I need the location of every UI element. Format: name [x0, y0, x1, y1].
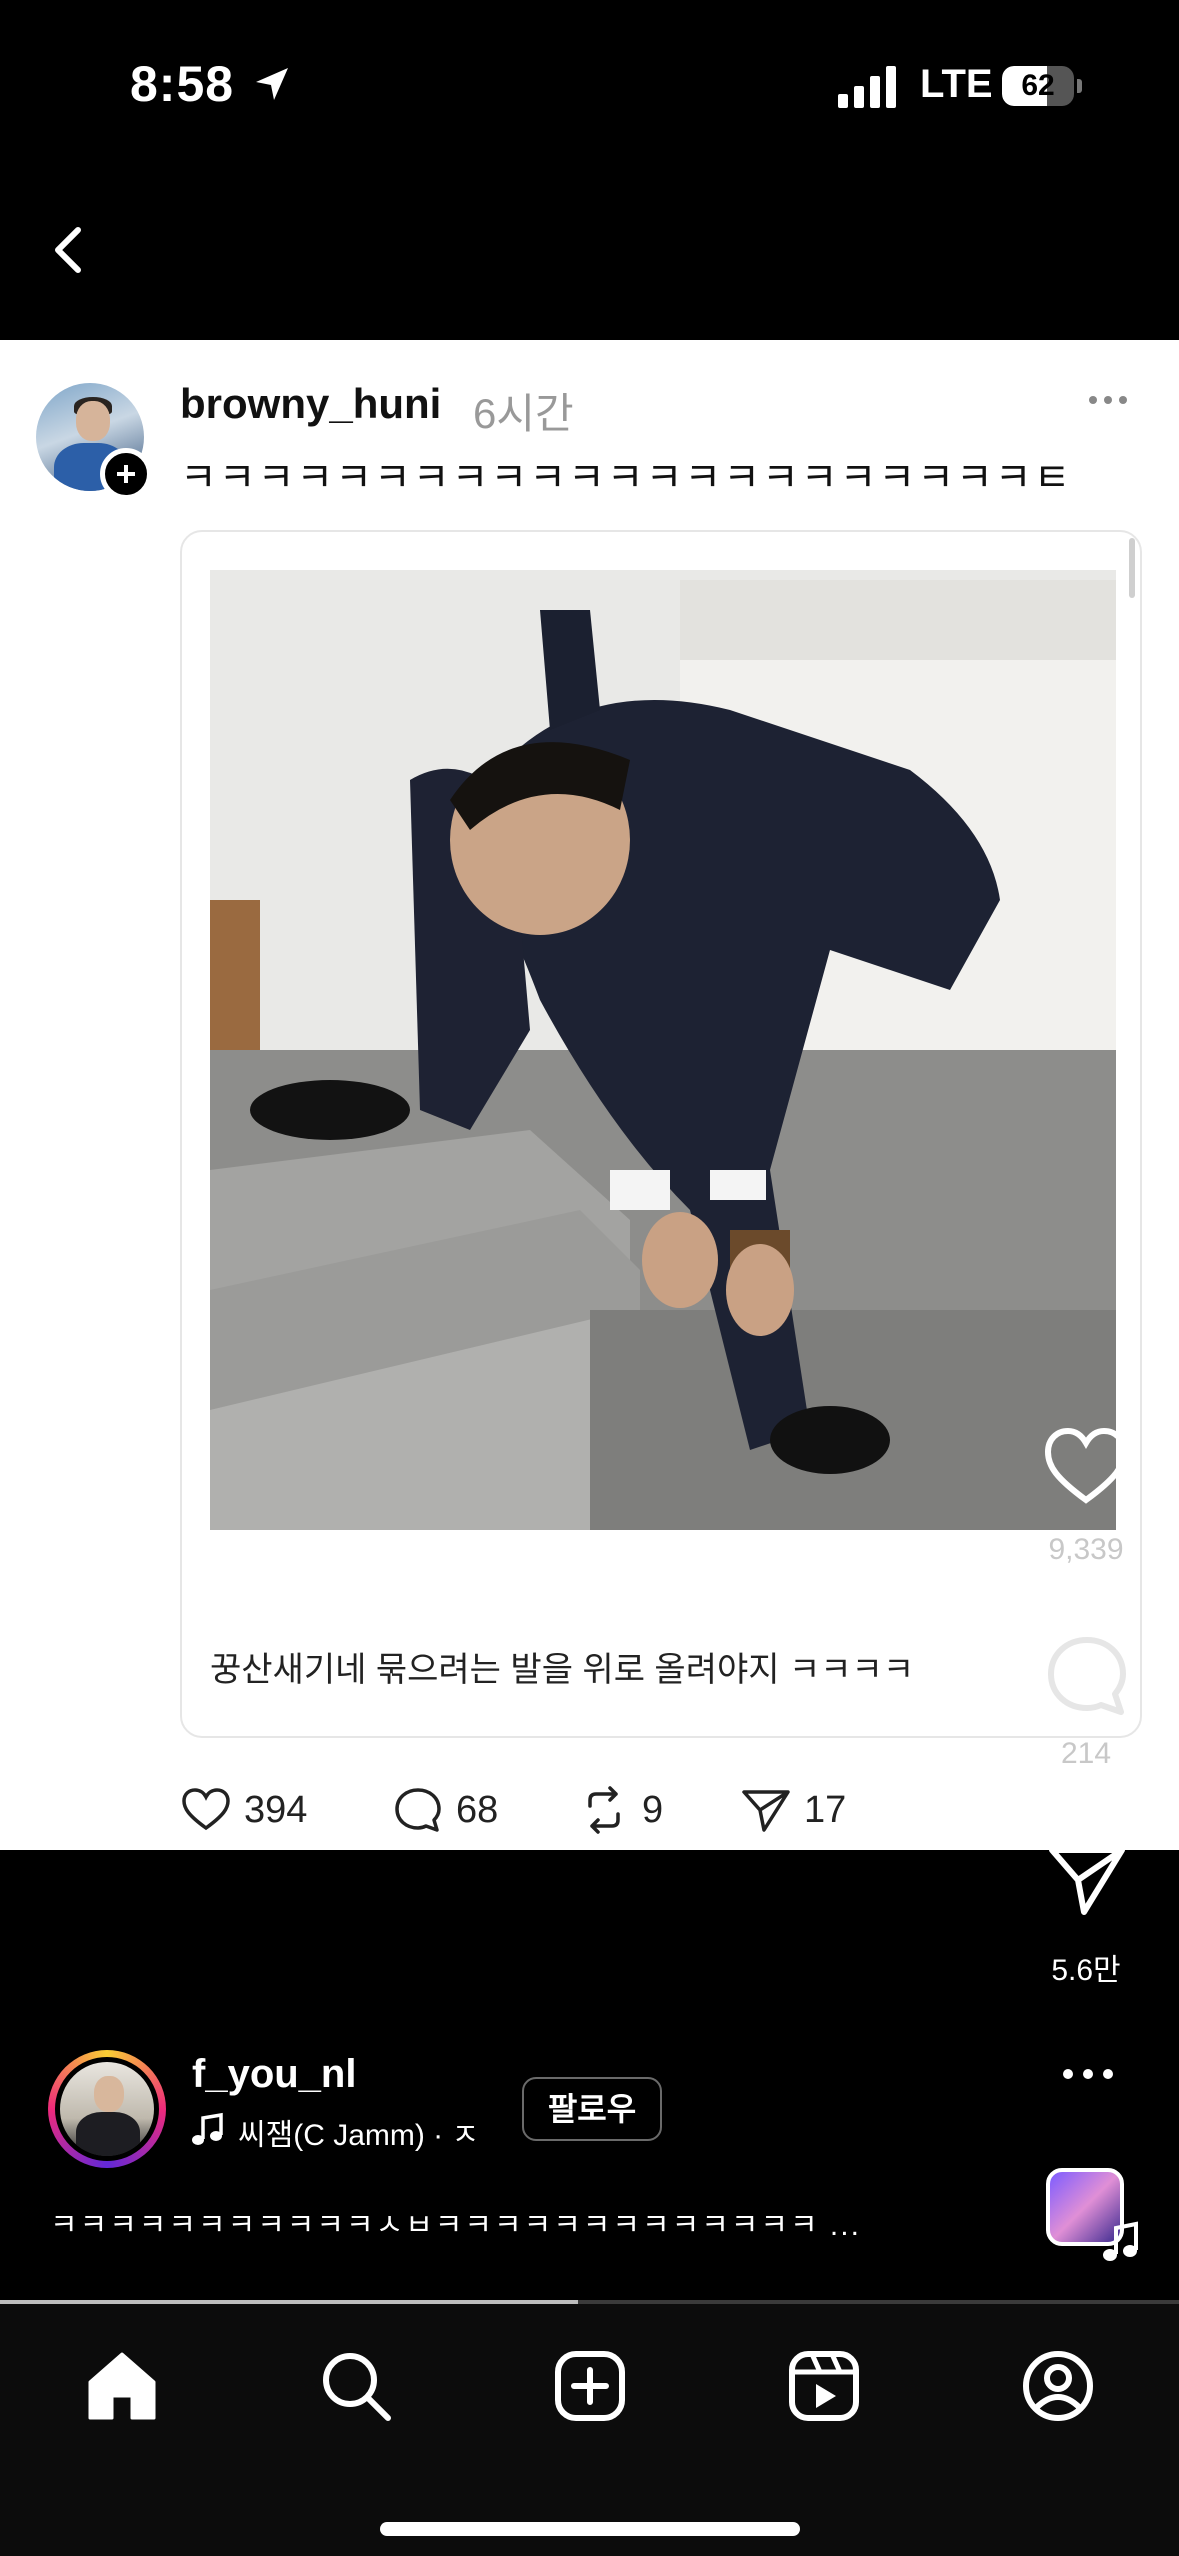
post-card[interactable]: browny_huni 6시간 ㅋㅋㅋㅋㅋㅋㅋㅋㅋㅋㅋㅋㅋㅋㅋㅋㅋㅋㅋㅋㅋㅋㅌ [0, 340, 1179, 1850]
status-time: 8:58 [130, 56, 235, 112]
quoted-post[interactable]: 꿍산새기네 묶으려는 발을 위로 올려야지 ㅋㅋㅋㅋ [180, 530, 1142, 1738]
signal-icon [838, 66, 896, 108]
like-button[interactable]: 394 [178, 1780, 307, 1840]
post-time: 6시간 [473, 390, 574, 437]
reel-comment-button[interactable] [1043, 1632, 1131, 1720]
repost-button[interactable]: 9 [576, 1780, 663, 1840]
network-type: LTE [920, 62, 993, 106]
quoted-caption: 꿍산새기네 묶으려는 발을 위로 올려야지 ㅋㅋㅋㅋ [210, 1651, 915, 1689]
post-text: ㅋㅋㅋㅋㅋㅋㅋㅋㅋㅋㅋㅋㅋㅋㅋㅋㅋㅋㅋㅋㅋㅋㅌ [180, 456, 1073, 500]
follow-button[interactable]: 팔로우 [522, 2077, 662, 2141]
home-indicator[interactable] [380, 2522, 800, 2536]
comment-icon [395, 1788, 441, 1832]
reel-author-avatar[interactable] [55, 2057, 159, 2161]
location-arrow-icon [256, 68, 288, 100]
send-icon [742, 1790, 790, 1832]
reel-like-button[interactable] [1040, 1420, 1132, 1510]
comment-count: 68 [456, 1788, 499, 1831]
follow-plus-icon[interactable] [100, 448, 152, 500]
reel-share-count: 5.6만 [1051, 1954, 1121, 1987]
like-count: 394 [244, 1788, 308, 1831]
scrollbar[interactable] [1129, 538, 1135, 598]
share-button[interactable]: 17 [738, 1780, 846, 1840]
status-bar: 8:58 LTE 62 [0, 0, 1179, 175]
battery-percent: 62 [1021, 69, 1055, 102]
reel-share-button[interactable] [1046, 1840, 1128, 1922]
battery-icon: 62 [1002, 66, 1082, 106]
bottom-nav [0, 2304, 1179, 2556]
music-icon [192, 2112, 223, 2145]
reel-like-count: 9,339 [1048, 1533, 1124, 1566]
meme-photo[interactable] [210, 570, 1116, 1530]
reel-music[interactable]: 씨잼(C Jamm) · ㅈ [238, 2110, 479, 2154]
reels-icon[interactable] [784, 2346, 864, 2426]
plus-square-icon[interactable] [550, 2346, 630, 2426]
repost-count: 9 [642, 1788, 664, 1831]
reel-username[interactable]: f_you_nl [192, 2052, 356, 2097]
back-button[interactable] [40, 210, 100, 290]
home-icon[interactable] [82, 2346, 162, 2426]
reel-more-icon[interactable] [1060, 2064, 1116, 2084]
post-username[interactable]: browny_huni [180, 380, 441, 428]
heart-icon [182, 1788, 230, 1831]
music-note-icon [1103, 2221, 1138, 2261]
search-icon[interactable] [316, 2346, 396, 2426]
reel-comment-count: 214 [1060, 1737, 1112, 1770]
comment-button[interactable]: 68 [390, 1780, 498, 1840]
share-count: 17 [804, 1788, 847, 1831]
reel-caption[interactable]: ㅋㅋㅋㅋㅋㅋㅋㅋㅋㅋㅋㅅㅂㅋㅋㅋㅋㅋㅋㅋㅋㅋㅋㅋㅋㅋ ... [50, 2200, 861, 2244]
profile-icon[interactable] [1018, 2346, 1098, 2426]
more-options-icon[interactable] [1086, 392, 1130, 408]
repost-icon [588, 1786, 620, 1834]
